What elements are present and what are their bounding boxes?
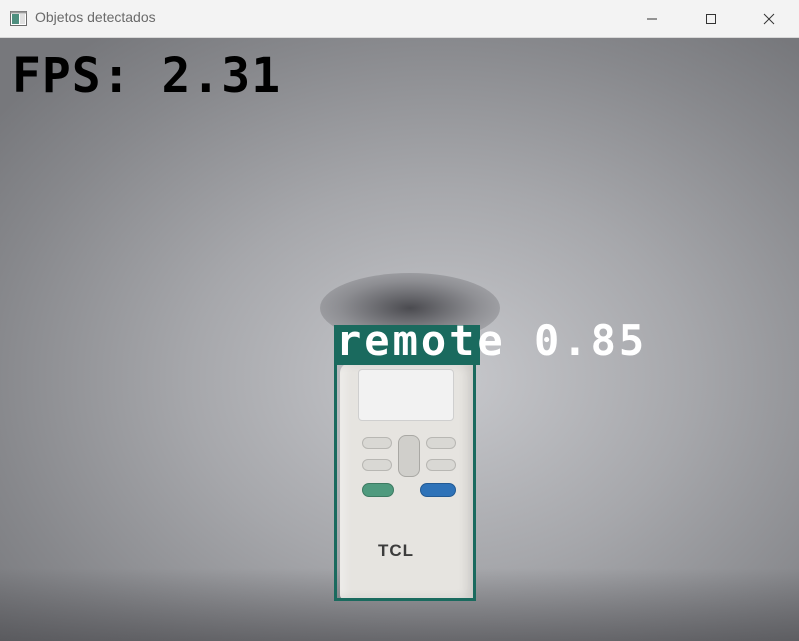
title-bar[interactable]: Objetos detectados	[0, 0, 799, 38]
app-window: Objetos detectados TCL FPS: 2.31 remote	[0, 0, 799, 641]
maximize-icon	[706, 14, 716, 24]
minimize-button[interactable]	[622, 0, 682, 38]
close-icon	[763, 13, 775, 25]
window-app-icon	[10, 10, 27, 27]
close-button[interactable]	[739, 0, 799, 38]
minimize-icon	[647, 18, 657, 20]
fps-counter: FPS: 2.31	[12, 48, 282, 104]
window-title: Objetos detectados	[35, 9, 156, 25]
maximize-button[interactable]	[681, 0, 741, 38]
detection-label: remote 0.85	[336, 316, 648, 365]
detection-box	[334, 325, 476, 601]
camera-frame: TCL FPS: 2.31 remote 0.85	[0, 38, 799, 641]
